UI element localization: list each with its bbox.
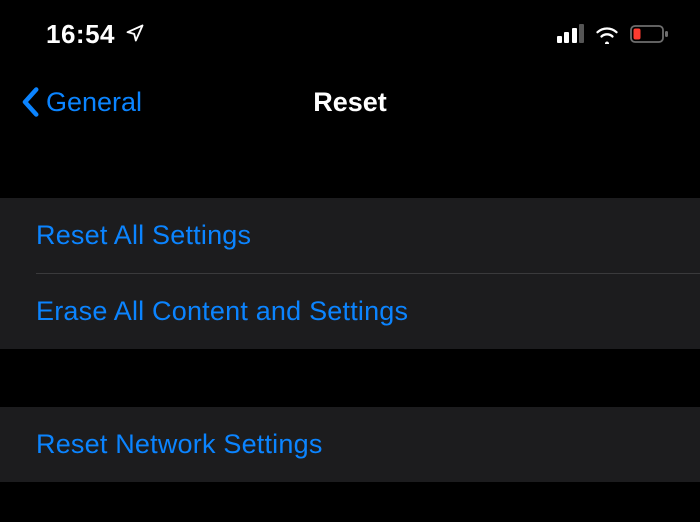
reset-network-settings-label: Reset Network Settings — [36, 429, 323, 459]
reset-section-1: Reset All Settings Erase All Content and… — [0, 198, 700, 349]
back-button[interactable]: General — [20, 87, 142, 118]
bottom-edge — [0, 482, 700, 490]
section-spacer — [0, 349, 700, 407]
reset-all-settings-label: Reset All Settings — [36, 220, 251, 250]
page-title: Reset — [313, 87, 387, 118]
cellular-signal-icon — [557, 25, 585, 43]
chevron-left-icon — [20, 87, 40, 117]
battery-low-icon — [630, 24, 670, 44]
erase-all-content-row[interactable]: Erase All Content and Settings — [0, 274, 700, 349]
reset-network-settings-row[interactable]: Reset Network Settings — [0, 407, 700, 482]
section-spacer — [0, 142, 700, 198]
status-bar: 16:54 — [0, 0, 700, 70]
status-time: 16:54 — [46, 19, 115, 50]
wifi-icon — [594, 24, 620, 44]
status-bar-left: 16:54 — [46, 19, 145, 50]
status-bar-right — [557, 24, 671, 44]
location-arrow-icon — [125, 19, 145, 50]
nav-bar: General Reset — [0, 70, 700, 142]
reset-section-2: Reset Network Settings — [0, 407, 700, 482]
reset-all-settings-row[interactable]: Reset All Settings — [0, 198, 700, 273]
back-button-label: General — [46, 87, 142, 118]
erase-all-content-label: Erase All Content and Settings — [36, 296, 408, 326]
